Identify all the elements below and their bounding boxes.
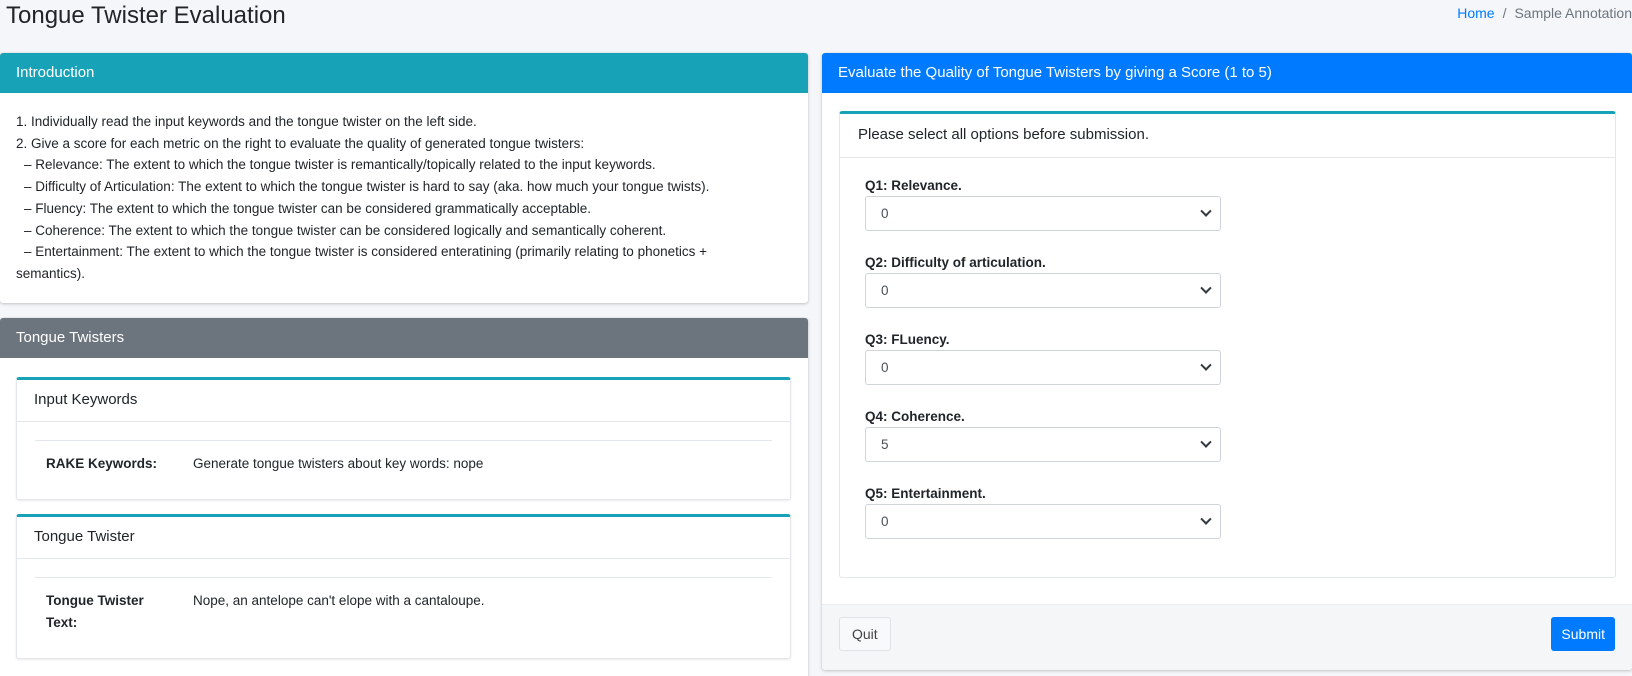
question-label: Q1: Relevance. [865, 178, 962, 193]
intro-line: 1. Individually read the input keywords … [16, 114, 477, 129]
submission-note: Please select all options before submiss… [840, 114, 1615, 158]
question-label: Q4: Coherence. [865, 409, 965, 424]
introduction-body: 1. Individually read the input keywords … [0, 93, 808, 285]
introduction-card: Introduction 1. Individually read the in… [0, 53, 808, 303]
tongue-twisters-header: Tongue Twisters [0, 318, 808, 358]
breadcrumb: Home / Sample Annotation [1372, 5, 1632, 21]
question-entertainment: Q5: Entertainment. 0 [865, 484, 1221, 539]
select-value: 0 [881, 283, 889, 298]
page-title: Tongue Twister Evaluation [6, 2, 286, 29]
evaluation-footer: Quit Submit [822, 604, 1632, 670]
relevance-select[interactable]: 0 [865, 196, 1221, 231]
fluency-select[interactable]: 0 [865, 350, 1221, 385]
tongue-twister-card: Tongue Twister Tongue Twister Text: Nope… [16, 514, 791, 659]
select-value: 0 [881, 206, 889, 221]
quit-button[interactable]: Quit [839, 617, 891, 651]
difficulty-select[interactable]: 0 [865, 273, 1221, 308]
submit-button[interactable]: Submit [1551, 617, 1615, 651]
entertainment-select[interactable]: 0 [865, 504, 1221, 539]
breadcrumb-home-link[interactable]: Home [1457, 5, 1494, 21]
question-coherence: Q4: Coherence. 5 [865, 407, 1221, 462]
twister-label-line: Tongue Twister [46, 593, 144, 608]
question-label: Q2: Difficulty of articulation. [865, 255, 1046, 270]
intro-line: – Coherence: The extent to which the ton… [24, 222, 667, 238]
introduction-header: Introduction [0, 53, 808, 93]
twister-label: Tongue Twister Text: [46, 590, 193, 633]
intro-line: 2. Give a score for each metric on the r… [16, 135, 585, 151]
question-fluency: Q3: FLuency. 0 [865, 330, 1221, 385]
question-difficulty: Q2: Difficulty of articulation. 0 [865, 253, 1221, 308]
evaluation-form: Please select all options before submiss… [839, 111, 1616, 578]
intro-line: semantics). [16, 265, 86, 281]
chevron-down-icon [1200, 436, 1212, 448]
chevron-down-icon [1200, 513, 1212, 525]
intro-line: – Relevance: The extent to which the ton… [24, 157, 656, 173]
keywords-row: RAKE Keywords: Generate tongue twisters … [17, 441, 790, 475]
twister-text: Nope, an antelope can't elope with a can… [193, 593, 485, 608]
keywords-label: RAKE Keywords: [46, 456, 158, 471]
evaluation-card: Evaluate the Quality of Tongue Twisters … [822, 53, 1632, 670]
chevron-down-icon [1200, 282, 1212, 294]
question-relevance: Q1: Relevance. 0 [865, 176, 1221, 231]
keywords-value: Generate tongue twisters about key words… [193, 456, 484, 471]
twister-row: Tongue Twister Text: Nope, an antelope c… [17, 578, 790, 633]
breadcrumb-separator: / [1502, 5, 1507, 21]
select-value: 0 [881, 514, 889, 529]
intro-line: – Entertainment: The extent to which the… [24, 244, 707, 260]
select-value: 5 [881, 437, 889, 452]
evaluation-header: Evaluate the Quality of Tongue Twisters … [822, 53, 1632, 93]
chevron-down-icon [1200, 359, 1212, 371]
coherence-select[interactable]: 5 [865, 427, 1221, 462]
tongue-twisters-card: Tongue Twisters Input Keywords RAKE Keyw… [0, 318, 808, 676]
question-label: Q3: FLuency. [865, 332, 950, 347]
input-keywords-title: Input Keywords [17, 380, 790, 422]
chevron-down-icon [1200, 205, 1212, 217]
select-value: 0 [881, 360, 889, 375]
twister-label-line: Text: [46, 614, 78, 630]
question-label: Q5: Entertainment. [865, 486, 986, 501]
breadcrumb-current: Sample Annotation [1514, 5, 1632, 21]
intro-line: – Difficulty of Articulation: The extent… [24, 179, 710, 195]
intro-line: – Fluency: The extent to which the tongu… [24, 200, 592, 216]
tongue-twister-title: Tongue Twister [17, 517, 790, 559]
input-keywords-card: Input Keywords RAKE Keywords: Generate t… [16, 377, 791, 500]
